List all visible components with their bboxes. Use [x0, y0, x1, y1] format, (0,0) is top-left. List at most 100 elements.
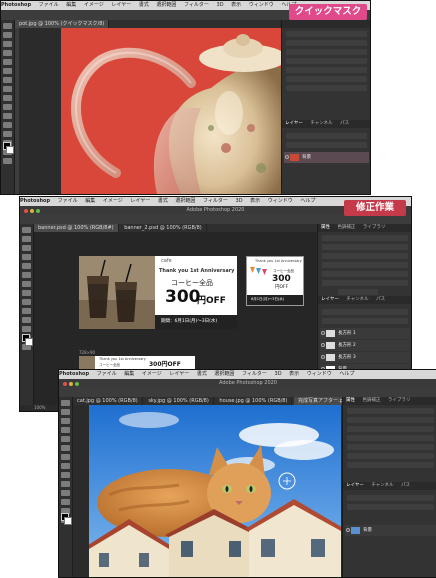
menu-item[interactable]: 3D [236, 198, 243, 204]
menu-item[interactable]: Photoshop [20, 198, 50, 204]
eye-icon[interactable] [346, 528, 350, 532]
menu-item[interactable]: ウィンドウ [307, 371, 332, 377]
document-tab[interactable]: house.jpg @ 100% (RGB/8) [215, 397, 293, 405]
crop-tool-icon[interactable] [61, 436, 70, 442]
layer-filter-row[interactable] [286, 133, 367, 139]
menu-item[interactable]: 表示 [289, 371, 299, 377]
document-tab[interactable]: banner_2.psd @ 100% (RGB/8) [120, 224, 207, 232]
properties-row[interactable] [338, 289, 378, 295]
lasso-tool-icon[interactable] [3, 41, 12, 47]
menu-item[interactable]: レイヤー [130, 198, 150, 204]
eye-icon[interactable] [285, 155, 289, 159]
layer-blend-row[interactable] [347, 504, 434, 510]
document-tab[interactable]: cat.jpg @ 100% (RGB/8) [73, 397, 143, 405]
layer-row[interactable]: 長方形 1 [320, 328, 410, 339]
crop-tool-icon[interactable] [3, 59, 12, 65]
pen-tool-icon[interactable] [22, 326, 31, 332]
menu-item[interactable]: 3D [217, 2, 224, 8]
menu-item[interactable]: 3D [275, 371, 282, 377]
menu-item[interactable]: 編集 [85, 198, 95, 204]
menu-item[interactable]: ウィンドウ [268, 198, 293, 204]
move-tool-icon[interactable] [22, 227, 31, 233]
tab-paths[interactable]: パス [401, 483, 410, 488]
eye-icon[interactable] [321, 343, 325, 347]
menu-item[interactable]: 選択範囲 [175, 198, 195, 204]
quick-selection-tool-icon[interactable] [22, 254, 31, 260]
clone-stamp-tool-icon[interactable] [3, 95, 12, 101]
brush-tool-icon[interactable] [61, 463, 70, 469]
zoom-level[interactable]: 100% [34, 405, 45, 410]
eraser-tool-icon[interactable] [22, 308, 31, 314]
menu-item[interactable]: 選択範囲 [156, 2, 176, 8]
background-color-swatch[interactable] [64, 517, 72, 525]
eraser-tool-icon[interactable] [3, 104, 12, 110]
tab-adjustments[interactable]: 色調補正 [362, 398, 380, 403]
menu-item[interactable]: ファイル [58, 198, 78, 204]
minimize-window-icon[interactable] [30, 209, 34, 213]
document-tab[interactable]: 完成写真アフター.psd @ 100% (RGB/8) [294, 397, 343, 405]
layer-row-background[interactable]: 背景 [284, 152, 369, 163]
document-canvas[interactable] [89, 405, 341, 577]
healing-brush-tool-icon[interactable] [3, 77, 12, 83]
properties-panel-tabs[interactable] [282, 20, 370, 28]
marquee-tool-icon[interactable] [61, 409, 70, 415]
zoom-window-icon[interactable] [75, 382, 79, 386]
tab-paths[interactable]: パス [376, 297, 385, 302]
minimize-window-icon[interactable] [69, 382, 73, 386]
layer-row-background[interactable]: 背景 [345, 525, 436, 536]
menu-item[interactable]: フィルター [203, 198, 228, 204]
tab-paths[interactable]: パス [340, 121, 349, 126]
menu-item[interactable]: イメージ [84, 2, 104, 8]
menu-item[interactable]: Photoshop [59, 371, 89, 377]
document-tab[interactable]: sky.jpg @ 100% (RGB/8) [144, 397, 214, 405]
layer-blend-row[interactable] [286, 142, 367, 148]
layer-row[interactable]: 長方形 3 [320, 352, 410, 363]
menu-item[interactable]: イメージ [103, 198, 123, 204]
brush-tool-icon[interactable] [3, 86, 12, 92]
move-tool-icon[interactable] [61, 400, 70, 406]
marquee-tool-icon[interactable] [22, 236, 31, 242]
menu-item[interactable]: 表示 [231, 2, 241, 8]
dodge-tool-icon[interactable] [3, 122, 12, 128]
tab-channels[interactable]: チャンネル [346, 297, 368, 302]
eye-icon[interactable] [321, 331, 325, 335]
menu-item[interactable]: ヘルプ [339, 371, 354, 377]
eyedropper-tool-icon[interactable] [3, 68, 12, 74]
menu-item[interactable]: Photoshop [1, 2, 31, 8]
menu-item[interactable]: 書式 [139, 2, 149, 8]
quick-selection-tool-icon[interactable] [3, 50, 12, 56]
pen-tool-icon[interactable] [3, 131, 12, 137]
healing-brush-tool-icon[interactable] [61, 454, 70, 460]
eye-icon[interactable] [321, 355, 325, 359]
healing-brush-tool-icon[interactable] [22, 281, 31, 287]
tab-libraries[interactable]: ライブラリ [363, 225, 386, 230]
menu-item[interactable]: 書式 [197, 371, 207, 377]
tab-channels[interactable]: チャンネル [371, 483, 393, 488]
menu-item[interactable]: レイヤー [169, 371, 189, 377]
tab-layers[interactable]: レイヤー [321, 297, 339, 302]
tab-channels[interactable]: チャンネル [310, 121, 332, 126]
close-window-icon[interactable] [24, 209, 28, 213]
options-bar[interactable] [59, 387, 436, 397]
menu-item[interactable]: ファイル [97, 371, 117, 377]
tab-layers[interactable]: レイヤー [346, 483, 364, 488]
menu-item[interactable]: ファイル [39, 2, 59, 8]
eyedropper-tool-icon[interactable] [61, 445, 70, 451]
menu-item[interactable]: 編集 [66, 2, 76, 8]
menu-item[interactable]: ウィンドウ [249, 2, 274, 8]
tab-properties[interactable]: 属性 [346, 398, 355, 403]
gradient-tool-icon[interactable] [22, 317, 31, 323]
marquee-tool-icon[interactable] [3, 32, 12, 38]
brush-tool-icon[interactable] [22, 290, 31, 296]
eyedropper-tool-icon[interactable] [22, 272, 31, 278]
gradient-tool-icon[interactable] [3, 113, 12, 119]
clone-stamp-tool-icon[interactable] [22, 299, 31, 305]
layer-filter-row[interactable] [347, 495, 434, 501]
move-tool-icon[interactable] [3, 23, 12, 29]
pen-tool-icon[interactable] [61, 499, 70, 505]
crop-tool-icon[interactable] [22, 263, 31, 269]
lasso-tool-icon[interactable] [22, 245, 31, 251]
document-tab[interactable]: banner.psd @ 100% (RGB/8#) [34, 224, 119, 232]
menu-item[interactable]: 編集 [124, 371, 134, 377]
tab-properties[interactable]: 属性 [321, 225, 330, 230]
